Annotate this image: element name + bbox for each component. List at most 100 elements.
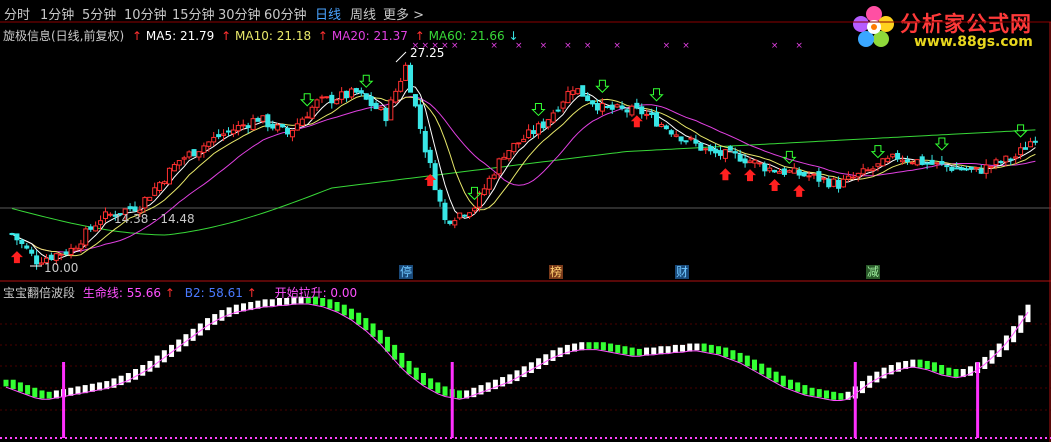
falling-bar <box>924 360 930 370</box>
candle-body <box>1027 141 1033 148</box>
candle-body <box>516 142 522 145</box>
candle-body <box>806 175 812 178</box>
falling-bar <box>356 312 362 325</box>
candle-body <box>900 159 906 163</box>
buy-signal-arrow-icon <box>793 184 806 197</box>
candle-body <box>570 90 576 95</box>
falling-bar <box>622 346 628 355</box>
start-rise-marker <box>853 362 857 438</box>
candle-body <box>437 189 443 202</box>
rising-bar <box>219 310 225 321</box>
life-line-up-arrow-icon: ↑ <box>164 286 175 300</box>
rising-bar <box>680 344 686 352</box>
falling-bar <box>32 387 38 398</box>
top-mark-x: × <box>613 41 621 51</box>
ma5-up-arrow-icon: ↑ <box>132 29 143 43</box>
candle-body <box>939 160 945 165</box>
event-marker-jian[interactable]: 减 <box>866 265 880 279</box>
candle-body <box>363 93 369 100</box>
candle-body <box>29 249 35 254</box>
candle-body <box>816 171 822 182</box>
candle-body <box>368 96 374 107</box>
high-annotation-leader <box>395 51 407 63</box>
falling-bar <box>744 355 750 367</box>
candle-body <box>378 107 384 111</box>
candle-body <box>658 123 664 127</box>
candle-body <box>781 168 787 175</box>
candle-body <box>904 159 910 163</box>
indicator-title: 宝宝翻倍波段 <box>3 286 76 300</box>
candle-body <box>934 162 940 165</box>
candle-body <box>142 197 148 209</box>
event-marker-ting[interactable]: 停 <box>399 265 413 279</box>
candle-body <box>19 239 25 244</box>
falling-bar <box>420 373 426 386</box>
candle-body <box>845 175 851 180</box>
rising-bar <box>140 364 146 376</box>
candle-body <box>457 212 463 219</box>
candle-body <box>102 211 108 219</box>
candle-body <box>531 130 537 135</box>
falling-bar <box>931 362 937 372</box>
candle-body <box>762 163 768 172</box>
rising-bar <box>550 350 556 361</box>
falling-bar <box>348 308 354 320</box>
candle-body <box>767 167 773 172</box>
candle-body <box>850 176 856 179</box>
candle-body <box>260 115 266 122</box>
candle-body <box>895 152 901 160</box>
candle-body <box>963 168 969 171</box>
falling-bar <box>600 342 606 351</box>
falling-bar <box>341 304 347 316</box>
falling-bar <box>3 379 9 387</box>
falling-bar <box>723 347 729 357</box>
annotation-high: 27.25 <box>410 46 445 60</box>
candle-body <box>294 123 300 131</box>
candle-body <box>334 99 340 105</box>
buy-signal-arrow-icon <box>10 251 23 264</box>
life-line-label: 生命线: 55.66 <box>82 286 162 300</box>
falling-bar <box>593 342 599 349</box>
ma20-label: MA20: 21.37 <box>331 29 408 43</box>
candle-body <box>732 151 738 154</box>
falling-bar <box>629 347 635 356</box>
candle-body <box>314 99 320 108</box>
candle-body <box>176 160 182 166</box>
candle-body <box>703 148 709 151</box>
event-marker-cai[interactable]: 财 <box>675 265 689 279</box>
candle-body <box>599 103 605 112</box>
falling-bar <box>363 318 369 331</box>
candle-body <box>422 130 428 153</box>
life-line <box>5 303 1029 401</box>
candle-body <box>245 125 251 128</box>
candle-body <box>885 157 891 163</box>
candle-body <box>481 188 487 196</box>
candle-body <box>590 100 596 105</box>
rising-bar <box>1025 304 1031 323</box>
falling-bar <box>608 343 614 352</box>
falling-bar <box>334 302 340 312</box>
candle-body <box>708 146 714 152</box>
falling-bar <box>615 344 621 353</box>
candle-body <box>162 181 168 185</box>
candle-body <box>683 140 689 143</box>
candle-body <box>78 243 84 250</box>
candle-body <box>575 88 581 95</box>
candle-body <box>393 90 399 103</box>
candle-body <box>442 202 448 221</box>
candle-body <box>624 109 630 113</box>
candle-body <box>540 121 546 129</box>
candle-body <box>73 247 79 251</box>
annotation-range: 14.38 - 14.48 <box>114 212 195 226</box>
candle-body <box>186 151 192 158</box>
candle-body <box>890 153 896 158</box>
candle-body <box>408 64 414 93</box>
annotation-low: 10.00 <box>44 261 79 275</box>
top-mark-x: × <box>795 41 803 51</box>
sell-signal-arrow-icon <box>649 88 664 102</box>
falling-bar <box>399 352 405 368</box>
event-marker-bang[interactable]: 榜 <box>549 265 563 279</box>
candle-body <box>545 119 551 128</box>
candle-body <box>619 105 625 109</box>
candle-body <box>1032 140 1038 143</box>
